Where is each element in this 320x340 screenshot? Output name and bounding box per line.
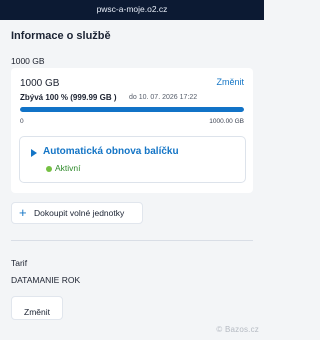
change-tariff-button[interactable]: Změnit xyxy=(11,296,63,320)
data-usage-bar xyxy=(20,107,244,112)
expiry-date: do 10. 07. 2026 17:22 xyxy=(129,93,198,101)
change-package-link[interactable]: Změnit xyxy=(216,77,244,87)
browser-address-bar[interactable]: pwsc-a-moje.o2.cz xyxy=(0,0,264,20)
url-text: pwsc-a-moje.o2.cz xyxy=(96,4,168,14)
tariff-label: Tarif xyxy=(11,258,28,268)
section-divider xyxy=(11,240,253,241)
tariff-name: DATAMANIE ROK xyxy=(11,275,81,285)
auto-renew-title[interactable]: Automatická obnova balíčku xyxy=(43,146,179,157)
data-package-card: 1000 GB Změnit Zbývá 100 % (999.99 GB ) … xyxy=(11,68,253,193)
watermark: © Bazos.cz xyxy=(216,325,259,334)
page-title: Informace o službě xyxy=(11,30,111,42)
buy-extra-units-label: Dokoupit volné jednotky xyxy=(34,208,125,218)
change-tariff-label: Změnit xyxy=(24,307,50,317)
remaining-data: Zbývá 100 % (999.99 GB ) xyxy=(20,93,117,102)
scale-max-label: 1000.00 GB xyxy=(209,118,244,125)
package-amount: 1000 GB xyxy=(20,78,60,89)
package-name: 1000 GB xyxy=(11,56,45,66)
plus-icon: + xyxy=(19,205,27,220)
auto-renew-card[interactable]: Automatická obnova balíčku Aktivní xyxy=(19,136,246,183)
expand-arrow-icon[interactable] xyxy=(31,149,37,157)
auto-renew-status: Aktivní xyxy=(55,163,81,173)
scale-min-label: 0 xyxy=(20,118,24,125)
data-usage-bar-fill xyxy=(20,107,244,112)
buy-extra-units-button[interactable]: + Dokoupit volné jednotky xyxy=(11,202,143,224)
status-dot-icon xyxy=(46,166,52,172)
